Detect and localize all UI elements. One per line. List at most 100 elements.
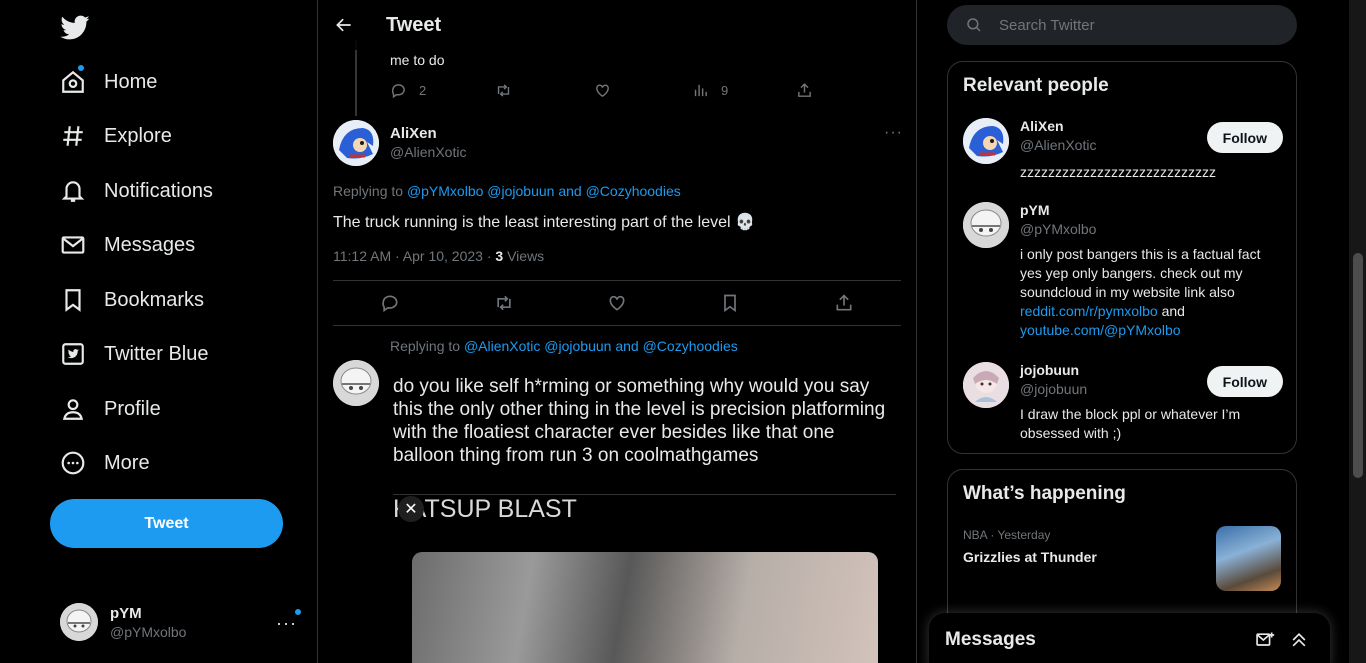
tweet-actions <box>333 281 901 325</box>
person-handle[interactable]: @pYMxolbo <box>1020 221 1096 237</box>
nav-more[interactable]: More <box>60 443 150 483</box>
follow-button[interactable]: Follow <box>1206 122 1283 153</box>
unread-dot <box>78 65 84 71</box>
views-action[interactable]: 9 <box>692 82 728 99</box>
messages-drawer[interactable]: Messages <box>929 613 1330 663</box>
twitter-app: Home Explore Notifications Messages Book… <box>0 0 1366 663</box>
nav-explore[interactable]: Explore <box>60 116 172 156</box>
like-action[interactable] <box>594 82 623 99</box>
tweet-metadata: 11:12 AM · Apr 10, 2023 · 3 Views <box>333 248 544 264</box>
nav-label: Explore <box>104 124 172 147</box>
divider <box>333 325 901 326</box>
reply-action[interactable]: 2 <box>390 82 426 99</box>
person-handle[interactable]: @jojobuun <box>1020 381 1087 397</box>
person-card[interactable]: AliXen @AlienXotic zzzzzzzzzzzzzzzzzzzzz… <box>963 118 1283 188</box>
retweet-action[interactable] <box>495 82 524 99</box>
nav-home[interactable]: Home <box>60 62 157 102</box>
new-message-icon[interactable] <box>1255 630 1275 650</box>
hashtag-icon <box>60 123 86 149</box>
avatar[interactable] <box>963 362 1009 408</box>
more-options-icon[interactable]: ··· <box>276 613 297 634</box>
reply-icon <box>391 84 405 99</box>
main-column: Tweet me to do 2 9 AliXen @AlienXotic ··… <box>318 0 917 663</box>
trend-meta: NBA · Yesterday <box>963 528 1051 542</box>
avatar[interactable] <box>333 360 379 406</box>
chevron-double-up-icon[interactable] <box>1289 630 1309 650</box>
nav-messages[interactable]: Messages <box>60 225 195 265</box>
bio-text: i only post bangers this is a factual fa… <box>1020 246 1261 300</box>
views-label: Views <box>503 248 545 264</box>
nav-label: Messages <box>104 233 196 256</box>
twitter-bird-icon[interactable] <box>60 12 90 42</box>
nav-label: More <box>104 451 150 474</box>
nav-label: Home <box>104 70 158 93</box>
person-handle[interactable]: @AlienXotic <box>1020 137 1096 153</box>
tweet-author: AliXen @AlienXotic ··· <box>333 120 903 168</box>
nav-bookmarks[interactable]: Bookmarks <box>60 280 204 320</box>
relevant-people-panel: Relevant people AliXen @AlienXotic zzzzz… <box>947 61 1297 454</box>
author-display-name[interactable]: AliXen <box>390 125 437 142</box>
tweet-timestamp[interactable]: 11:12 AM · Apr 10, 2023 · <box>333 248 495 264</box>
bookmark-icon[interactable] <box>720 293 740 313</box>
trend-title[interactable]: Grizzlies at Thunder <box>963 549 1097 565</box>
person-bio: i only post bangers this is a factual fa… <box>1020 245 1270 340</box>
person-card[interactable]: jojobuun @jojobuun I draw the block ppl … <box>963 362 1283 442</box>
person-bio: zzzzzzzzzzzzzzzzzzzzzzzzzzzz <box>1020 164 1216 180</box>
avatar[interactable] <box>963 202 1009 248</box>
media-image[interactable] <box>412 552 878 663</box>
home-icon <box>60 65 86 95</box>
nav-label: Twitter Blue <box>104 342 209 365</box>
panel-title: What’s happening <box>963 483 1126 504</box>
retweet-icon[interactable] <box>494 293 514 313</box>
heart-icon <box>596 84 609 98</box>
tweet-button[interactable]: Tweet <box>50 499 283 548</box>
search-box[interactable] <box>947 5 1297 45</box>
person-card[interactable]: pYM @pYMxolbo i only post bangers this i… <box>963 202 1283 342</box>
nav-label: Notifications <box>104 179 213 202</box>
nav-notifications[interactable]: Notifications <box>60 171 213 211</box>
back-arrow-icon[interactable] <box>334 15 354 35</box>
view-count: 9 <box>721 83 729 98</box>
share-action[interactable] <box>796 82 825 99</box>
previous-tweet-actions: 2 9 <box>390 82 830 100</box>
left-sidebar: Home Explore Notifications Messages Book… <box>0 0 318 663</box>
close-icon[interactable]: ✕ <box>398 496 424 522</box>
more-options-icon[interactable]: ··· <box>884 124 903 142</box>
replying-prefix: Replying to <box>333 183 404 199</box>
scrollbar-thumb[interactable] <box>1353 253 1363 478</box>
replying-to-links[interactable]: @pYMxolbo @jojobuun and @Cozyhoodies <box>407 183 681 199</box>
account-switcher[interactable]: pYM @pYMxolbo ··· <box>60 601 305 643</box>
person-icon <box>60 396 86 422</box>
messages-drawer-title: Messages <box>945 629 1036 650</box>
account-display-name: pYM <box>110 604 142 622</box>
more-circle-icon <box>60 450 86 476</box>
follow-button[interactable]: Follow <box>1206 366 1283 397</box>
nav-profile[interactable]: Profile <box>60 389 161 429</box>
person-display-name[interactable]: jojobuun <box>1020 362 1079 378</box>
avatar[interactable] <box>963 118 1009 164</box>
bookmark-icon <box>60 287 86 313</box>
person-display-name[interactable]: AliXen <box>1020 118 1064 134</box>
search-input[interactable] <box>999 16 1279 34</box>
person-display-name[interactable]: pYM <box>1020 202 1050 218</box>
reply-icon[interactable] <box>380 293 400 313</box>
heart-icon[interactable] <box>607 293 627 313</box>
search-icon <box>967 18 981 32</box>
reply-replying-to: Replying to @AlienXotic @jojobuun and @C… <box>390 338 738 354</box>
trend-thumbnail[interactable] <box>1216 526 1281 591</box>
replying-to-links[interactable]: @AlienXotic @jojobuun and @Cozyhoodies <box>464 338 738 354</box>
bio-link-reddit[interactable]: reddit.com/r/pymxolbo <box>1020 303 1158 319</box>
right-sidebar: Relevant people AliXen @AlienXotic zzzzz… <box>917 0 1366 663</box>
nav-label: Bookmarks <box>104 288 205 311</box>
bio-link-youtube[interactable]: youtube.com/@pYMxolbo <box>1020 322 1181 338</box>
bell-icon <box>60 178 86 204</box>
avatar[interactable] <box>333 120 379 166</box>
author-handle[interactable]: @AlienXotic <box>390 144 466 160</box>
page-scrollbar[interactable] <box>1349 0 1366 663</box>
reply-text: do you like self h*rming or something wh… <box>393 376 886 466</box>
previous-tweet-text: me to do <box>390 52 445 68</box>
nav-twitter-blue[interactable]: Twitter Blue <box>60 334 208 374</box>
page-title: Tweet <box>386 13 442 36</box>
share-icon[interactable] <box>834 293 854 313</box>
reply-media[interactable]: KATSUP BLAST ✕ <box>393 494 896 663</box>
